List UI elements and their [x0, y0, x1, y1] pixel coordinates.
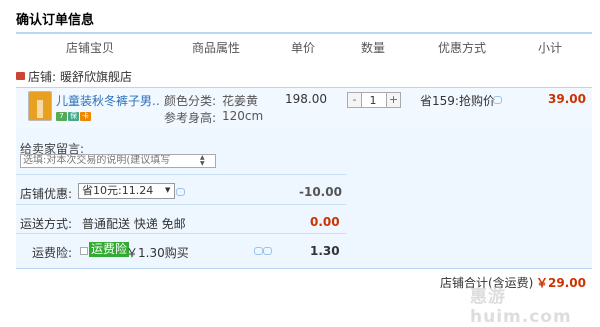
column-header-item: 店铺宝贝 [66, 41, 115, 55]
product-name-link[interactable]: 儿童装秋冬裤子男... [56, 92, 160, 109]
insurance-info-icon[interactable] [254, 247, 263, 255]
column-header-attr: 商品属性 [192, 41, 241, 55]
insurance-checkbox[interactable] [80, 247, 88, 255]
product-thumbnail[interactable] [28, 91, 52, 121]
chevron-down-icon[interactable]: ▼ [165, 186, 170, 194]
quantity-input[interactable]: 1 [362, 94, 384, 107]
total-divider [16, 268, 592, 269]
store-icon [16, 72, 25, 80]
badge-7day-icon: 7 [56, 112, 67, 121]
discount-select[interactable]: 省10元:11.24 [78, 183, 175, 199]
promo-text: 省159:抢购价 [420, 94, 495, 108]
discount-info-icon[interactable] [176, 188, 185, 196]
divider [16, 204, 346, 205]
attr-color-value: 花姜黄 [222, 94, 259, 108]
discount-label: 店铺优惠: [20, 187, 73, 201]
item-subtotal: 39.00 [548, 92, 586, 106]
insurance-label: 运费险: [32, 246, 73, 260]
header-divider [16, 32, 592, 34]
page-title: 确认订单信息 [16, 13, 95, 28]
unit-price: 198.00 [285, 92, 327, 106]
shipping-method: 普通配送 快递 免邮 [82, 217, 186, 231]
column-header-price: 单价 [291, 41, 316, 55]
divider [16, 233, 346, 234]
insurance-tag: 运费险 [89, 242, 130, 257]
divider [16, 174, 346, 175]
insurance-value: 1.30 [310, 244, 340, 258]
qty-minus-button[interactable]: - [347, 92, 362, 108]
seller-message-input[interactable]: 选填:对本次交易的说明(建议填写 [20, 154, 216, 168]
discount-value: -10.00 [299, 185, 342, 199]
insurance-help-icon[interactable] [263, 247, 272, 255]
column-header-subtotal: 小计 [538, 41, 563, 55]
shipping-label: 运送方式: [20, 217, 73, 231]
message-scroll-icon[interactable]: ▲ ▼ [200, 155, 208, 167]
column-header-qty: 数量 [361, 41, 386, 55]
column-header-promo: 优惠方式 [438, 41, 487, 55]
watermark-logo: 惠游 huim.com [470, 287, 572, 327]
attr-height-label: 参考身高: [164, 111, 217, 125]
badge-guarantee-icon: 保 [68, 112, 79, 121]
qty-plus-button[interactable]: + [386, 92, 401, 108]
shipping-fee: 0.00 [310, 215, 340, 229]
badge-card-icon: 卡 [80, 112, 91, 121]
store-label: 店铺: [28, 70, 57, 84]
insurance-price: ￥1.30购买 [126, 246, 189, 260]
store-name-link[interactable]: 暖舒欣旗舰店 [60, 68, 132, 85]
promo-info-icon[interactable] [493, 96, 502, 104]
attr-color-label: 颜色分类: [164, 94, 217, 108]
attr-height-value: 120cm [222, 109, 264, 123]
